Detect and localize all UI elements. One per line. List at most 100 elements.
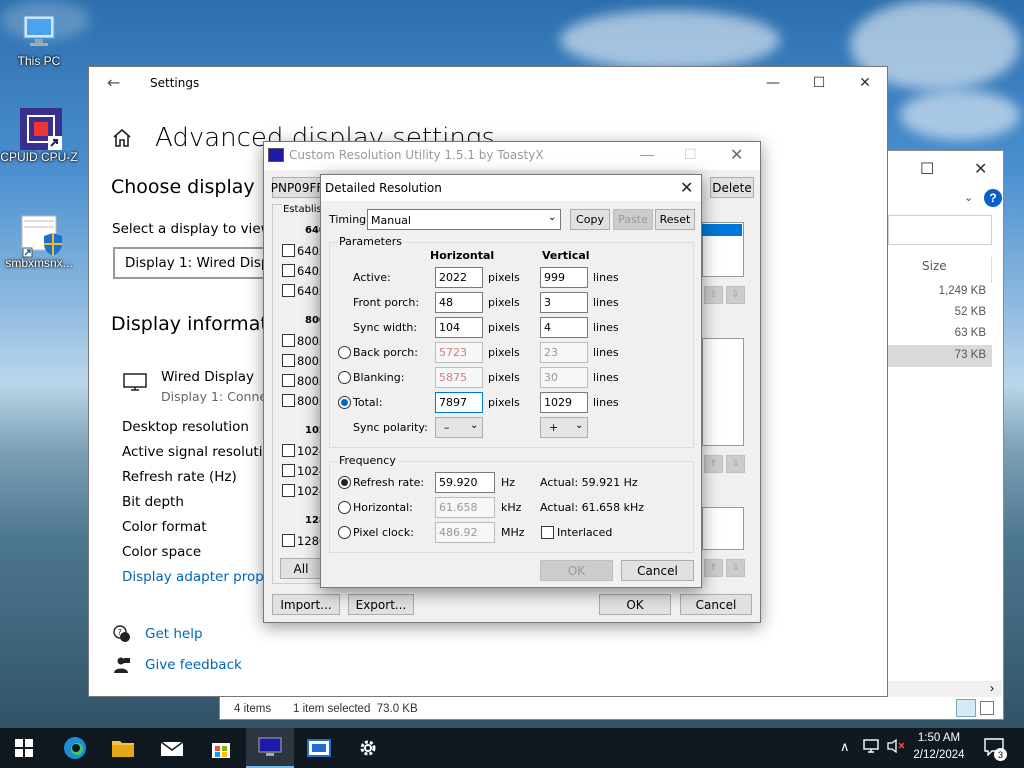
close-icon[interactable]: ✕ [974, 159, 987, 178]
display-adapter-properties-link[interactable]: Display adapter proper [122, 569, 278, 585]
v-front-porch-input[interactable]: 3 [540, 292, 588, 313]
pixel-clock-radio[interactable] [338, 526, 351, 539]
v-blanking-input[interactable]: 30 [540, 367, 588, 388]
ok-button[interactable]: OK [599, 594, 671, 615]
gear-icon [360, 740, 376, 756]
clock-time[interactable]: 1:50 AM [910, 732, 968, 744]
refresh-rate-radio[interactable] [338, 476, 351, 489]
chevron-down-icon[interactable]: ⌄ [964, 191, 973, 204]
prop-color-space: Color space [122, 544, 202, 560]
blanking-radio[interactable] [338, 371, 351, 384]
clock-date[interactable]: 2/12/2024 [910, 749, 968, 761]
checkbox[interactable] [282, 484, 295, 497]
pixel-clock-input[interactable]: 486.92 [435, 522, 495, 543]
file-explorer-taskbar-button[interactable] [99, 728, 147, 768]
close-button[interactable]: ✕ [842, 67, 888, 99]
checkbox[interactable] [282, 374, 295, 387]
v-sync-width-input[interactable]: 4 [540, 317, 588, 338]
maximize-icon[interactable]: ☐ [684, 146, 697, 163]
reset-button[interactable]: Reset [655, 209, 695, 230]
give-feedback-link[interactable]: Give feedback [145, 657, 242, 673]
monitor-select[interactable]: PNP09FF [271, 177, 323, 198]
settings-taskbar-button[interactable] [344, 728, 392, 768]
chevron-down-icon: ⌄ [575, 420, 584, 431]
v-total-input[interactable]: 1029 [540, 392, 588, 413]
move-down-button[interactable]: ⇩ [726, 455, 745, 473]
checkbox[interactable] [282, 354, 295, 367]
h-sync-width-input[interactable]: 104 [435, 317, 483, 338]
h-total-input[interactable]: 7897 [435, 392, 483, 413]
delete-button[interactable]: Delete [710, 177, 754, 198]
desktop-icon-smbxmsnx[interactable]: smbxmsnx... [0, 212, 78, 270]
column-header-size[interactable]: Size [922, 259, 947, 273]
checkbox[interactable] [282, 264, 295, 277]
checkbox[interactable] [282, 284, 295, 297]
back-porch-radio[interactable] [338, 346, 351, 359]
v-active-input[interactable]: 999 [540, 267, 588, 288]
store-taskbar-button[interactable] [197, 728, 245, 768]
h-blanking-input[interactable]: 5875 [435, 367, 483, 388]
move-up-button[interactable]: ⇧ [704, 455, 723, 473]
interlaced-checkbox[interactable] [541, 526, 554, 539]
h-sync-polarity-select[interactable]: – ⌄ [435, 417, 483, 438]
move-down-button[interactable]: ⇩ [726, 286, 745, 304]
total-radio[interactable] [338, 396, 351, 409]
maximize-icon[interactable]: ☐ [920, 159, 934, 178]
unit-label: lines [593, 296, 619, 309]
cancel-button[interactable]: Cancel [680, 594, 752, 615]
h-front-porch-input[interactable]: 48 [435, 292, 483, 313]
h-back-porch-input[interactable]: 5723 [435, 342, 483, 363]
close-icon[interactable]: ✕ [680, 178, 693, 198]
import-button[interactable]: Import... [272, 594, 340, 615]
select-all-button[interactable]: All [280, 558, 322, 579]
network-icon[interactable] [862, 738, 880, 757]
show-hidden-icons-chevron[interactable]: ∧ [840, 739, 850, 755]
maximize-button[interactable]: ☐ [796, 67, 842, 99]
unit-label: kHz [501, 501, 522, 514]
minimize-icon[interactable]: — [640, 146, 654, 162]
dialog-cancel-button[interactable]: Cancel [621, 560, 694, 581]
v-back-porch-input[interactable]: 23 [540, 342, 588, 363]
app-taskbar-button[interactable] [295, 728, 343, 768]
search-input[interactable] [888, 215, 992, 245]
edge-taskbar-button[interactable] [51, 728, 99, 768]
export-button[interactable]: Export... [348, 594, 414, 615]
timing-select[interactable]: Manual ⌄ [367, 209, 561, 230]
checkbox[interactable] [282, 534, 295, 547]
move-down-button[interactable]: ⇩ [726, 559, 745, 577]
copy-button[interactable]: Copy [570, 209, 610, 230]
refresh-rate-input[interactable]: 59.920 [435, 472, 495, 493]
get-help-icon: ? [113, 625, 131, 646]
cru-taskbar-button[interactable] [246, 728, 294, 768]
home-icon[interactable] [111, 127, 133, 152]
desktop-icon-cpu-z[interactable]: CPUID CPU-Z [0, 106, 78, 164]
horizontal-freq-input[interactable]: 61.658 [435, 497, 495, 518]
start-button[interactable] [0, 728, 48, 768]
help-icon[interactable]: ? [984, 189, 1002, 207]
close-icon[interactable]: ✕ [730, 145, 743, 165]
checkbox[interactable] [282, 394, 295, 407]
horizontal-freq-radio[interactable] [338, 501, 351, 514]
minimize-button[interactable]: — [750, 67, 796, 99]
checkbox[interactable] [282, 464, 295, 477]
h-active-input[interactable]: 2022 [435, 267, 483, 288]
details-view-icon[interactable] [956, 699, 976, 717]
v-sync-polarity-select[interactable]: + ⌄ [540, 417, 588, 438]
checkbox[interactable] [282, 244, 295, 257]
paste-button[interactable]: Paste [613, 209, 653, 230]
back-arrow-icon[interactable]: ← [107, 73, 120, 92]
dialog-ok-button[interactable]: OK [540, 560, 613, 581]
checkbox[interactable] [282, 444, 295, 457]
get-help-link[interactable]: Get help [145, 626, 203, 642]
move-up-button[interactable]: ⇧ [704, 559, 723, 577]
desktop-icon-this-pc[interactable]: This PC [0, 10, 78, 68]
display-select[interactable]: Display 1: Wired Displa [113, 247, 283, 279]
svg-text:?: ? [118, 628, 122, 637]
checkbox[interactable] [282, 334, 295, 347]
scroll-right-icon[interactable]: › [990, 681, 994, 695]
list-item-size: 73 KB [954, 349, 986, 361]
volume-muted-icon[interactable] [886, 738, 906, 757]
move-up-button[interactable]: ⇧ [704, 286, 723, 304]
tiles-view-icon[interactable] [980, 701, 994, 715]
mail-taskbar-button[interactable] [148, 728, 196, 768]
